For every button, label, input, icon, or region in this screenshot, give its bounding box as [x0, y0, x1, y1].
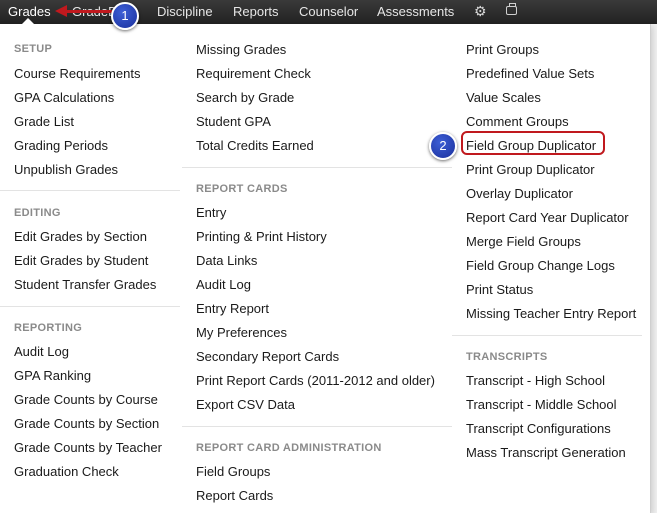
- nav-counselor[interactable]: Counselor: [299, 4, 358, 19]
- section-header-report-cards: REPORT CARDS: [196, 183, 288, 195]
- menu-item[interactable]: Missing Teacher Entry Report: [466, 306, 636, 321]
- nav-reports[interactable]: Reports: [233, 4, 279, 19]
- menu-item[interactable]: Printing & Print History: [196, 229, 327, 244]
- nav-discipline[interactable]: Discipline: [157, 4, 213, 19]
- menu-item[interactable]: Grade List: [14, 114, 74, 129]
- menu-item[interactable]: Grade Counts by Course: [14, 392, 158, 407]
- menu-item[interactable]: Secondary Report Cards: [196, 349, 339, 364]
- menu-item[interactable]: Entry: [196, 205, 226, 220]
- divider: [182, 426, 452, 427]
- menu-item[interactable]: Print Group Duplicator: [466, 162, 595, 177]
- menu-item[interactable]: Student Transfer Grades: [14, 277, 156, 292]
- gear-icon[interactable]: ⚙: [474, 3, 487, 20]
- menu-item[interactable]: Edit Grades by Student: [14, 253, 148, 268]
- arrow-head-icon: [55, 5, 67, 17]
- menu-item[interactable]: Transcript - High School: [466, 373, 605, 388]
- menu-item[interactable]: My Preferences: [196, 325, 287, 340]
- menu-item[interactable]: Print Groups: [466, 42, 539, 57]
- section-header-reporting: REPORTING: [14, 322, 83, 334]
- callout-badge-2: 2: [429, 132, 457, 160]
- menu-item[interactable]: Predefined Value Sets: [466, 66, 594, 81]
- divider: [0, 306, 180, 307]
- section-header-report-card-admin: REPORT CARD ADMINISTRATION: [196, 442, 382, 454]
- menu-item[interactable]: GPA Ranking: [14, 368, 91, 383]
- menu-item[interactable]: Report Cards: [196, 488, 273, 503]
- menu-item[interactable]: Field Group Change Logs: [466, 258, 615, 273]
- callout-arrow: [66, 10, 112, 13]
- menu-item[interactable]: Student GPA: [196, 114, 271, 129]
- menu-item[interactable]: Requirement Check: [196, 66, 311, 81]
- callout-badge-1: 1: [111, 2, 139, 30]
- printer-icon[interactable]: [506, 3, 517, 15]
- menu-item[interactable]: Mass Transcript Generation: [466, 445, 626, 460]
- menu-item[interactable]: Value Scales: [466, 90, 541, 105]
- menu-item[interactable]: Edit Grades by Section: [14, 229, 147, 244]
- highlight-box: [461, 131, 605, 155]
- menu-item[interactable]: Grade Counts by Section: [14, 416, 159, 431]
- section-header-setup: SETUP: [14, 43, 53, 55]
- grades-dropdown-menu: SETUP Course Requirements GPA Calculatio…: [0, 18, 651, 513]
- menu-item[interactable]: GPA Calculations: [14, 90, 114, 105]
- menu-item[interactable]: Export CSV Data: [196, 397, 295, 412]
- menu-item[interactable]: Overlay Duplicator: [466, 186, 573, 201]
- menu-item[interactable]: Print Report Cards (2011-2012 and older): [196, 373, 435, 388]
- menu-item[interactable]: Transcript - Middle School: [466, 397, 617, 412]
- section-header-editing: EDITING: [14, 207, 61, 219]
- menu-item[interactable]: Graduation Check: [14, 464, 119, 479]
- menu-item[interactable]: Total Credits Earned: [196, 138, 314, 153]
- divider: [452, 335, 642, 336]
- menu-item[interactable]: Comment Groups: [466, 114, 569, 129]
- menu-item[interactable]: Field Groups: [196, 464, 270, 479]
- menu-item[interactable]: Entry Report: [196, 301, 269, 316]
- menu-item[interactable]: Audit Log: [14, 344, 69, 359]
- menu-item[interactable]: Audit Log: [196, 277, 251, 292]
- menu-item[interactable]: Print Status: [466, 282, 533, 297]
- nav-assessments[interactable]: Assessments: [377, 4, 454, 19]
- menu-item[interactable]: Grade Counts by Teacher: [14, 440, 162, 455]
- menu-item[interactable]: Search by Grade: [196, 90, 294, 105]
- menu-item[interactable]: Missing Grades: [196, 42, 286, 57]
- menu-item[interactable]: Report Card Year Duplicator: [466, 210, 629, 225]
- menu-item[interactable]: Grading Periods: [14, 138, 108, 153]
- menu-item[interactable]: Merge Field Groups: [466, 234, 581, 249]
- menu-item[interactable]: Data Links: [196, 253, 257, 268]
- divider: [0, 190, 180, 191]
- divider: [182, 167, 452, 168]
- menu-item[interactable]: Course Requirements: [14, 66, 140, 81]
- nav-grades[interactable]: Grades: [8, 4, 51, 19]
- menu-item[interactable]: Unpublish Grades: [14, 162, 118, 177]
- menu-item[interactable]: Transcript Configurations: [466, 421, 611, 436]
- section-header-transcripts: TRANSCRIPTS: [466, 351, 548, 363]
